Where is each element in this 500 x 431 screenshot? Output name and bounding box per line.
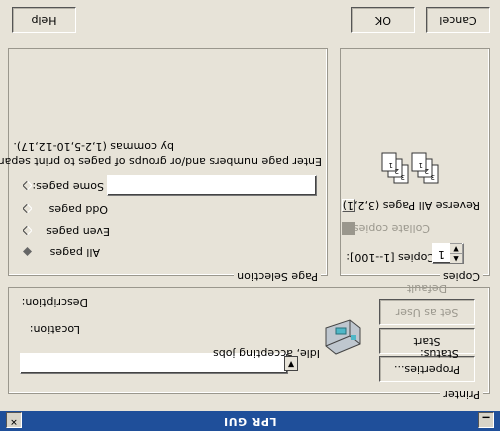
radio-even-pages[interactable]: [23, 226, 32, 235]
set-default-button[interactable]: Set as User Default: [379, 282, 475, 325]
status-label: Status:: [420, 347, 459, 360]
close-icon[interactable]: ✕: [6, 412, 22, 428]
radio-all-pages[interactable]: [23, 247, 32, 256]
printer-group-label: Printer: [440, 387, 483, 401]
some-pages-input[interactable]: [107, 175, 317, 196]
title-bar[interactable]: ▁ LPR GUI ✕: [0, 411, 500, 431]
svg-text:2: 2: [425, 167, 429, 175]
option-even-pages: Even pages: [46, 225, 110, 238]
collate-pages-icon: 321 321: [380, 149, 440, 185]
collate-label: Collate copies: [352, 222, 430, 235]
reverse-label: Reverse All Pages (3,2,1): [342, 199, 480, 212]
page-hint-line1: Enter page numbers and/or groups of page…: [0, 155, 322, 168]
svg-text:3: 3: [401, 173, 405, 181]
option-odd-pages: Odd pages: [48, 203, 108, 216]
page-selection-group-label: Page Selection: [234, 269, 321, 283]
radio-odd-pages[interactable]: [23, 204, 32, 213]
help-button[interactable]: Help: [12, 7, 76, 33]
copies-count-label: Copies [1--100]:: [346, 251, 435, 264]
svg-text:2: 2: [395, 167, 399, 175]
window-title: LPR GUI: [223, 415, 277, 428]
status-value: Idle, accepting jobs: [213, 347, 320, 360]
option-some-pages: Some pages:: [32, 180, 104, 193]
page-hint-line2: by commas (1,2-5,10-12,17).: [13, 140, 174, 153]
spin-down-icon[interactable]: ▼: [450, 243, 462, 253]
svg-text:1: 1: [389, 161, 393, 169]
description-label: Description:: [21, 296, 88, 309]
copies-count-value: 1: [438, 248, 445, 261]
printer-icon: [322, 316, 366, 360]
spin-up-icon[interactable]: ▲: [450, 253, 462, 263]
cancel-button[interactable]: Cancel: [426, 7, 490, 33]
ok-button[interactable]: OK: [351, 7, 415, 33]
lpr-gui-window: ▁ LPR GUI ✕ Printer ▼ Properties... Star…: [0, 0, 500, 431]
copies-group-label: Copies: [440, 269, 483, 283]
svg-text:1: 1: [419, 161, 423, 169]
option-all-pages: All pages: [49, 246, 100, 259]
copies-spinner[interactable]: ▲ ▼: [450, 243, 463, 263]
radio-some-pages[interactable]: [23, 181, 32, 190]
svg-text:3: 3: [431, 173, 435, 181]
location-label: Location:: [29, 323, 80, 336]
